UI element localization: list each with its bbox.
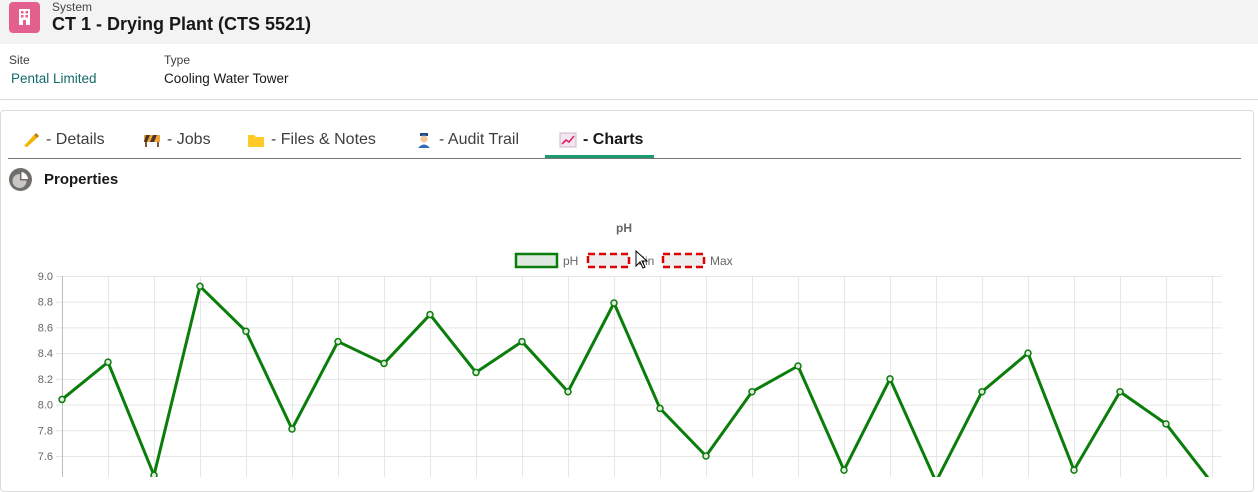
- tab-audit-trail[interactable]: - Audit Trail: [415, 121, 519, 158]
- y-tick-label: 7.8: [38, 425, 53, 437]
- data-point: [242, 327, 250, 336]
- legend-swatch-ph: [514, 252, 559, 269]
- construction-barrier-icon: [143, 132, 161, 148]
- series-ph: [58, 282, 1210, 477]
- data-point: [656, 404, 664, 413]
- data-point: [472, 368, 480, 377]
- data-point: [380, 359, 388, 368]
- data-point: [58, 395, 66, 404]
- y-tick-label: 8.2: [38, 374, 53, 386]
- tab-label: - Jobs: [167, 130, 211, 148]
- section-title: Properties: [44, 171, 119, 188]
- y-tick-label: 8.4: [38, 348, 53, 360]
- data-point: [978, 387, 986, 396]
- tab-label: - Details: [46, 130, 105, 148]
- data-point: [840, 466, 848, 474]
- data-point: [1162, 420, 1170, 428]
- y-tick-label: 8.6: [38, 322, 53, 334]
- data-point: [564, 387, 572, 396]
- chart-increasing-icon: [559, 132, 577, 148]
- data-point: [1070, 466, 1078, 474]
- data-point: [288, 425, 296, 433]
- tab-details[interactable]: - Details: [22, 121, 105, 158]
- y-axis-ticks: 9.0 8.8 8.6 8.4 8.2 8.0 7.8 7.6: [38, 271, 53, 463]
- active-tab-indicator: [545, 155, 654, 158]
- legend-label-max: Max: [710, 254, 733, 268]
- data-point: [150, 471, 158, 477]
- legend-swatch-max: [661, 252, 706, 269]
- data-point: [1116, 387, 1124, 396]
- tab-label: - Files & Notes: [271, 130, 376, 148]
- chart-title: pH: [616, 221, 632, 235]
- y-tick-label: 8.0: [38, 400, 53, 412]
- legend-label-ph: pH: [563, 254, 578, 268]
- ph-line-chart: pH pH Min Max 9.0 8.8 8.6 8.4 8.2 8.0 7.8 7.6: [38, 221, 1222, 477]
- tab-files-notes[interactable]: - Files & Notes: [247, 121, 376, 158]
- site-label: Site: [9, 53, 30, 67]
- data-point: [702, 452, 710, 460]
- data-point: [196, 282, 204, 291]
- data-point: [610, 299, 618, 307]
- police-officer-icon: [415, 132, 433, 148]
- tab-label: - Charts: [583, 130, 644, 148]
- mouse-cursor-icon: [635, 250, 649, 269]
- y-tick-label: 8.8: [38, 297, 53, 309]
- data-point: [518, 337, 526, 346]
- building-icon: [9, 2, 40, 33]
- folder-icon: [247, 132, 265, 148]
- y-tick-label: 9.0: [38, 271, 53, 283]
- data-point: [886, 375, 894, 383]
- tab-bar: - Details - Jobs - Files & Notes - Audit…: [8, 121, 1241, 159]
- data-point: [104, 358, 112, 366]
- object-type-label: System: [52, 0, 93, 14]
- data-point: [748, 387, 756, 396]
- tab-charts[interactable]: - Charts: [559, 121, 643, 158]
- tab-jobs[interactable]: - Jobs: [143, 121, 211, 158]
- y-tick-label: 7.6: [38, 451, 53, 463]
- data-point: [1024, 349, 1032, 357]
- tab-label: - Audit Trail: [439, 130, 520, 148]
- pie-chart-icon: [9, 168, 32, 191]
- legend-item-max[interactable]: Max: [661, 252, 733, 269]
- legend-item-ph[interactable]: pH: [514, 252, 578, 269]
- type-value: Cooling Water Tower: [164, 71, 289, 86]
- data-point: [334, 337, 342, 346]
- record-header: System CT 1 - Drying Plant (CTS 5521): [0, 0, 1258, 44]
- writing-hand-icon: [22, 132, 40, 148]
- type-label: Type: [164, 53, 191, 67]
- highlights-panel: Site Pental Limited Type Cooling Water T…: [0, 44, 1258, 100]
- legend-swatch-min: [586, 252, 631, 269]
- chart-legend: pH Min Max: [514, 252, 733, 269]
- series-line-ph: [61, 284, 1210, 477]
- site-link[interactable]: Pental Limited: [11, 71, 97, 86]
- page-title: CT 1 - Drying Plant (CTS 5521): [52, 14, 312, 34]
- data-point: [794, 362, 802, 370]
- data-point: [426, 310, 434, 319]
- chart-grid: [56, 276, 1222, 477]
